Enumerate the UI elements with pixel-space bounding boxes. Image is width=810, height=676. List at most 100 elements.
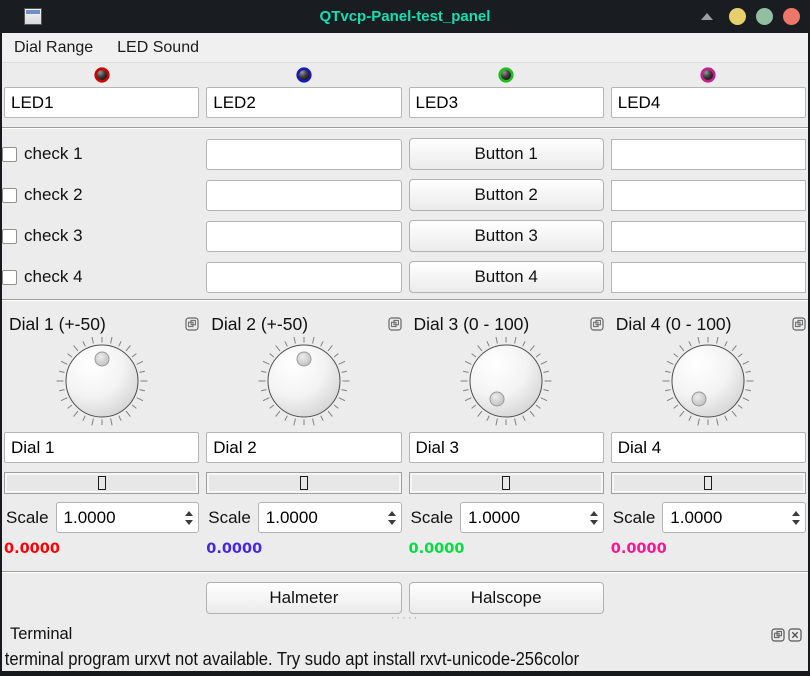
checkbox-check-3[interactable]: check 3	[4, 220, 199, 252]
spin-down-icon[interactable]	[792, 520, 800, 525]
dial3-scale-input[interactable]	[461, 508, 588, 528]
terminal-dock-header: Terminal	[2, 622, 808, 647]
dial-knob-row	[2, 335, 808, 429]
scale-label: Scale	[206, 508, 251, 528]
button-3[interactable]: Button 3	[409, 220, 604, 252]
knob-indicator-dot	[95, 352, 109, 366]
checkbox-box-icon[interactable]	[2, 147, 17, 162]
spin-up-icon[interactable]	[185, 511, 193, 516]
spin-down-icon[interactable]	[590, 520, 598, 525]
dial2-scale-spinbox[interactable]	[258, 502, 402, 533]
entry-row3-right[interactable]	[611, 221, 806, 252]
dial2-scale-input[interactable]	[259, 508, 386, 528]
dial3-readout: 0.0000	[409, 541, 604, 559]
missing-glyph-icon	[502, 476, 510, 490]
scale-label: Scale	[4, 508, 49, 528]
led1-icon	[92, 66, 112, 84]
checkbox-box-icon[interactable]	[2, 229, 17, 244]
check-button-block: check 1 Button 1 check 2 Button 2 check …	[2, 136, 808, 293]
dial3-knob[interactable]	[456, 337, 556, 429]
checkbox-check-2[interactable]: check 2	[4, 179, 199, 211]
dial4-scale-input[interactable]	[663, 508, 790, 528]
spin-up-icon[interactable]	[388, 511, 396, 516]
missing-glyph-icon	[98, 476, 106, 490]
dial1-knob[interactable]	[52, 337, 152, 429]
float-icon[interactable]	[388, 317, 402, 331]
checkbox-box-icon[interactable]	[2, 188, 17, 203]
dial3-title: Dial 3 (0 - 100)	[409, 314, 530, 335]
dial1-scale-input[interactable]	[57, 508, 184, 528]
dial2-bar	[206, 472, 401, 494]
button-2[interactable]: Button 2	[409, 179, 604, 211]
menu-dial-range[interactable]: Dial Range	[2, 35, 105, 61]
entry-row3[interactable]	[206, 221, 401, 252]
dial4-name-input[interactable]	[611, 432, 806, 463]
led3-name-input[interactable]	[409, 87, 604, 118]
splitter-handle[interactable]: ·····	[2, 613, 808, 622]
halmeter-button[interactable]: Halmeter	[206, 582, 401, 614]
knob-indicator-dot	[490, 392, 504, 406]
titlebar: QTvcp-Panel-test_panel	[0, 0, 810, 33]
menu-led-sound[interactable]: LED Sound	[105, 35, 211, 61]
scale-row: Scale Scale Scale Scale	[2, 502, 808, 533]
led1-name-input[interactable]	[4, 87, 199, 118]
checkbox-check-1[interactable]: check 1	[4, 138, 199, 170]
dock-float-icon[interactable]	[771, 628, 785, 642]
missing-glyph-icon	[704, 476, 712, 490]
entry-row4-right[interactable]	[611, 262, 806, 293]
app-window: QTvcp-Panel-test_panel Dial Range LED So…	[0, 0, 810, 676]
terminal-title: Terminal	[10, 625, 72, 644]
halscope-button[interactable]: Halscope	[409, 582, 604, 614]
separator	[2, 571, 808, 573]
dial4-title: Dial 4 (0 - 100)	[611, 314, 732, 335]
dial1-readout: 0.0000	[4, 541, 199, 559]
scale-label: Scale	[611, 508, 656, 528]
led2-name-input[interactable]	[206, 87, 401, 118]
dial4-scale-spinbox[interactable]	[662, 502, 806, 533]
entry-row4[interactable]	[206, 262, 401, 293]
menubar: Dial Range LED Sound	[2, 33, 808, 63]
separator	[2, 127, 808, 129]
led2-icon	[294, 66, 314, 84]
float-icon[interactable]	[185, 317, 199, 331]
knob-indicator-dot	[692, 392, 706, 406]
dial2-name-input[interactable]	[206, 432, 401, 463]
knob-indicator-dot	[297, 352, 311, 366]
spin-up-icon[interactable]	[590, 511, 598, 516]
dial3-name-input[interactable]	[409, 432, 604, 463]
scale-label: Scale	[409, 508, 454, 528]
checkbox-label: check 2	[24, 185, 83, 205]
dial2-knob[interactable]	[254, 337, 354, 429]
dial-name-fields	[2, 432, 808, 463]
dock-close-icon[interactable]	[788, 628, 802, 642]
checkbox-check-4[interactable]: check 4	[4, 261, 199, 293]
terminal-message: terminal program urxvt not available. Tr…	[2, 649, 810, 670]
led4-name-input[interactable]	[611, 87, 806, 118]
led-name-fields	[2, 87, 808, 118]
led4-icon	[698, 66, 718, 84]
dial1-name-input[interactable]	[4, 432, 199, 463]
entry-row1[interactable]	[206, 139, 401, 170]
spin-up-icon[interactable]	[792, 511, 800, 516]
entry-row2-right[interactable]	[611, 180, 806, 211]
missing-glyph-icon	[300, 476, 308, 490]
button-1[interactable]: Button 1	[409, 138, 604, 170]
checkbox-label: check 1	[24, 144, 83, 164]
dial3-scale-spinbox[interactable]	[460, 502, 604, 533]
dial-header-row: Dial 1 (+-50) Dial 2 (+-50) Dial 3 (0 - …	[2, 301, 808, 335]
spin-down-icon[interactable]	[388, 520, 396, 525]
dial1-scale-spinbox[interactable]	[56, 502, 200, 533]
dial4-knob[interactable]	[658, 337, 758, 429]
spin-down-icon[interactable]	[185, 520, 193, 525]
led3-icon	[496, 66, 516, 84]
button-4[interactable]: Button 4	[409, 261, 604, 293]
checkbox-box-icon[interactable]	[2, 270, 17, 285]
dial2-title: Dial 2 (+-50)	[206, 314, 308, 335]
hal-tools-row: Halmeter Halscope	[2, 582, 808, 613]
entry-row1-right[interactable]	[611, 139, 806, 170]
entry-row2[interactable]	[206, 180, 401, 211]
float-icon[interactable]	[792, 317, 806, 331]
float-icon[interactable]	[590, 317, 604, 331]
dial4-readout: 0.0000	[611, 541, 806, 559]
dial-bar-row	[2, 472, 808, 494]
